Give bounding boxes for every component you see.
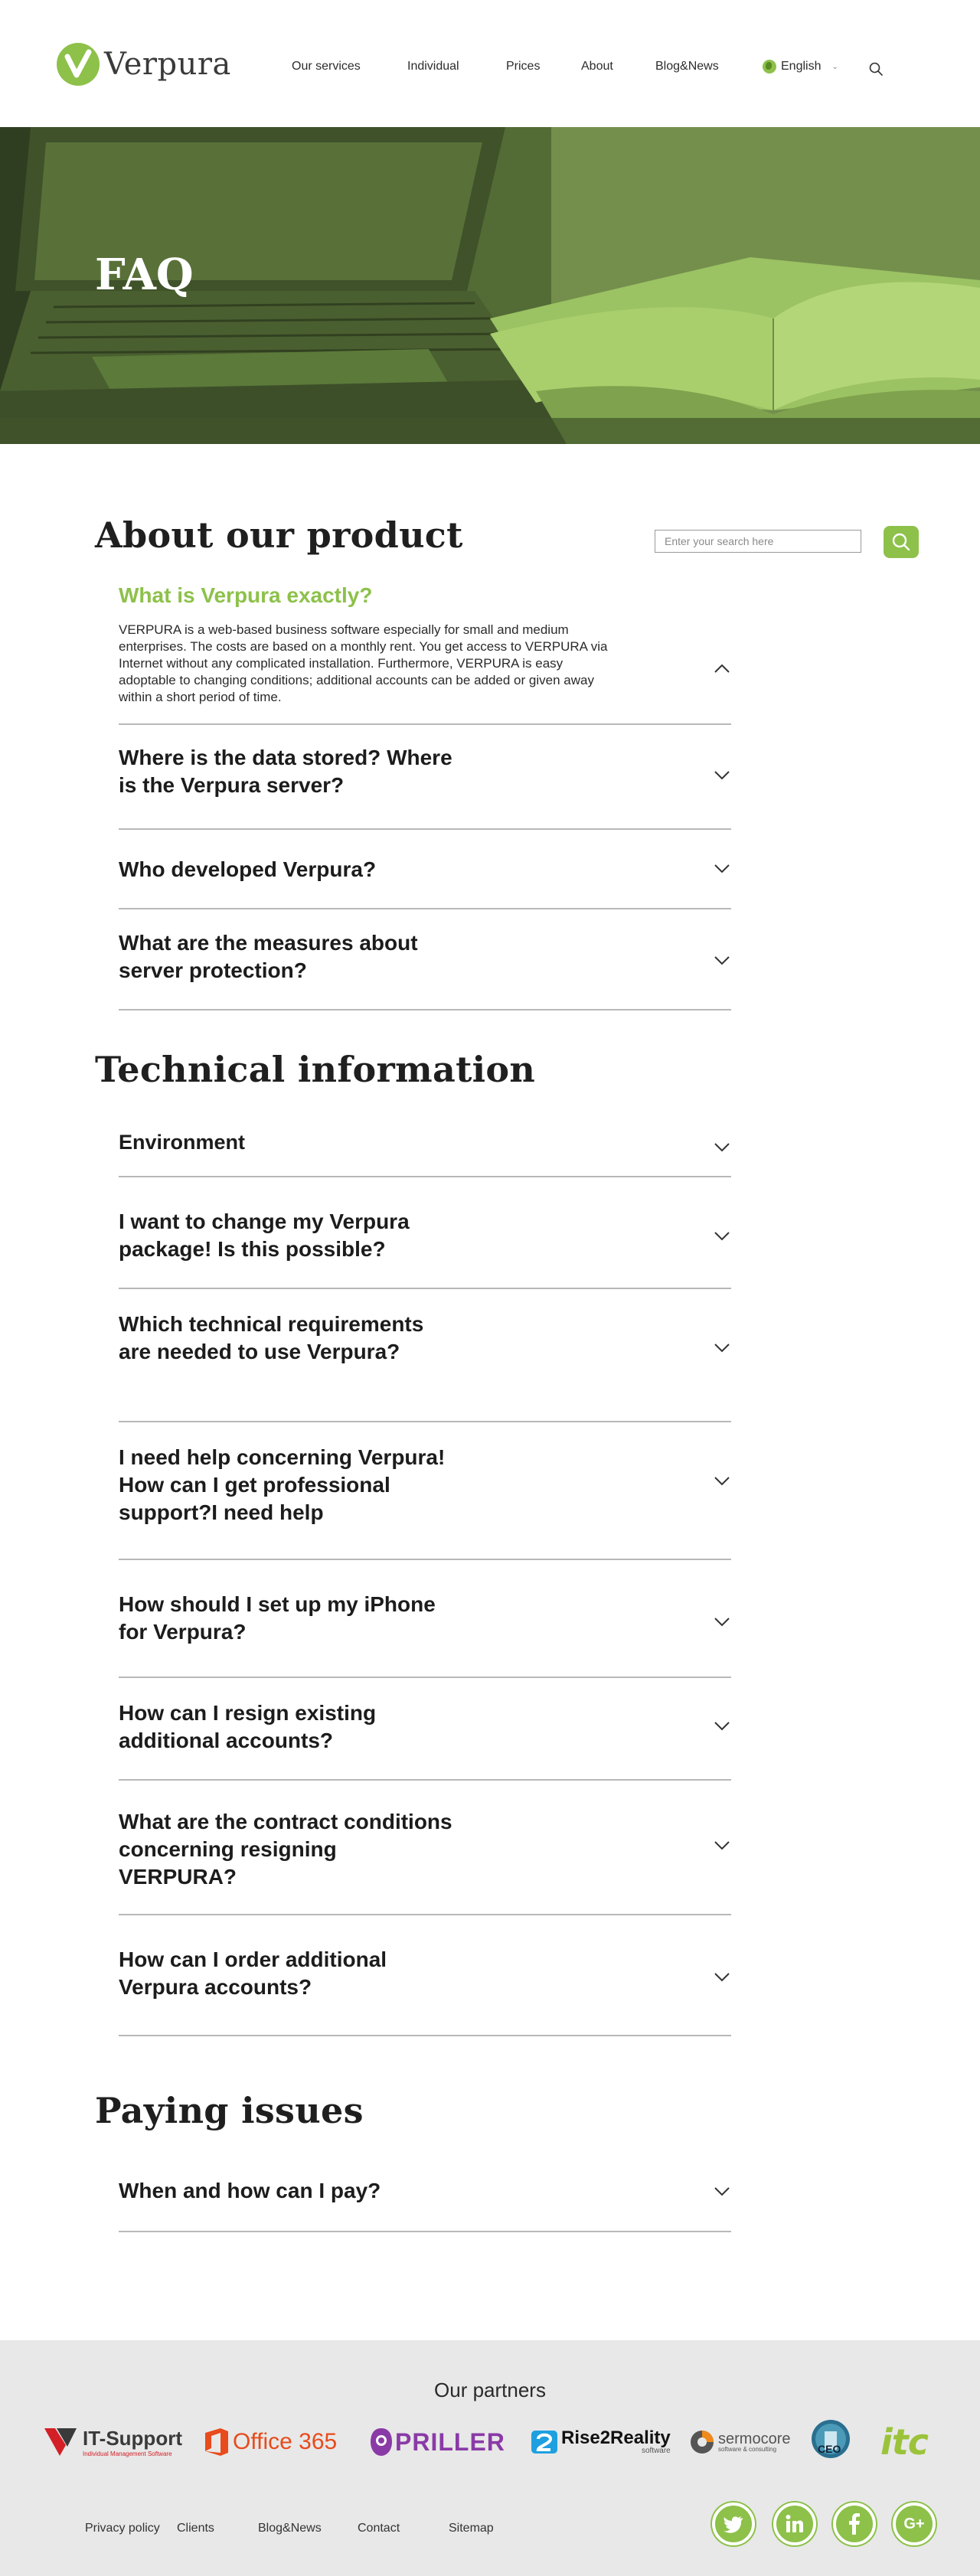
priller-logo-icon [371,2428,392,2456]
chevron-down-icon[interactable] [713,1343,731,1353]
chevron-down-icon[interactable] [713,955,731,966]
search-button[interactable] [884,526,919,558]
faq-question[interactable]: I need help concerning Verpura! How can … [119,1444,456,1526]
language-selector[interactable]: English ⌄ [763,60,838,73]
section-title-technical: Technical information [95,1049,536,1090]
search-icon [892,533,910,551]
chevron-down-icon[interactable] [713,1231,731,1242]
divider [119,1677,731,1678]
faq-question[interactable]: How can I order additional Verpura accou… [119,1946,456,2001]
partner-name: IT-Support [83,2427,182,2450]
chevron-down-icon[interactable] [713,1617,731,1628]
partners-title: Our partners [434,2378,546,2401]
footer-link-clients[interactable]: Clients [177,2522,214,2535]
footer-link-blog-news[interactable]: Blog&News [258,2522,322,2535]
chevron-down-icon[interactable] [713,1972,731,1983]
footer-link-contact[interactable]: Contact [358,2522,400,2535]
divider [119,1914,731,1915]
faq-question[interactable]: How can I resign existing additional acc… [119,1699,456,1755]
linkedin-icon[interactable] [773,2503,816,2545]
faq-question[interactable]: How should I set up my iPhone for Verpur… [119,1591,456,1646]
divider [119,828,731,830]
partner-name: Rise2Reality [561,2427,671,2448]
chevron-down-icon[interactable] [713,2186,731,2197]
facebook-icon[interactable] [833,2503,876,2545]
facebook-glyph-icon [849,2513,860,2535]
linkedin-glyph-icon [786,2515,803,2532]
faq-question[interactable]: What are the measures about server prote… [119,929,456,984]
site-header: Verpura Our services Individual Prices A… [0,0,980,127]
partner-logo-itc[interactable]: itc [880,2421,929,2463]
partner-name: CEO [818,2443,841,2455]
divider [119,1176,731,1177]
nav-individual[interactable]: Individual [407,60,459,73]
divider [119,2035,731,2036]
faq-question[interactable]: Where is the data stored? Where is the V… [119,744,456,799]
divider [119,1779,731,1781]
divider [119,908,731,909]
chevron-down-icon[interactable] [713,1476,731,1487]
faq-question[interactable]: What are the contract conditions concern… [119,1808,456,1891]
partner-name: itc [880,2421,929,2463]
footer-link-privacy[interactable]: Privacy policy [85,2522,160,2535]
partner-logo-itsupport[interactable]: IT-Support Individual Management Softwar… [43,2423,182,2461]
chevron-down-icon[interactable] [713,1840,731,1851]
faq-answer: VERPURA is a web-based business software… [119,622,608,704]
faq-question[interactable]: Environment [119,1128,456,1156]
site-footer: Our partners IT-Support Individual Manag… [0,2340,980,2576]
section-title-product: About our product [95,514,463,556]
partner-subtext: Individual Management Software [83,2450,172,2457]
search-icon[interactable] [868,61,884,77]
google-plus-icon[interactable]: G+ [893,2503,936,2545]
nav-prices[interactable]: Prices [506,60,540,73]
nav-our-services[interactable]: Our services [292,60,361,73]
nav-about[interactable]: About [581,60,613,73]
language-label: English [781,60,822,73]
partner-logo-sermocore[interactable]: sermocore software & consulting [689,2423,790,2461]
partner-name: Office 365 [233,2429,338,2454]
footer-link-sitemap[interactable]: Sitemap [449,2522,494,2535]
chevron-down-icon[interactable] [713,1721,731,1732]
itsupport-logo-icon [44,2428,77,2456]
chevron-down-icon: ⌄ [831,62,838,71]
section-title-paying: Paying issues [95,2090,364,2131]
partner-logo-priller[interactable]: PRILLER [369,2423,505,2461]
partner-subtext: software [641,2447,671,2455]
hero-banner: FAQ [0,127,980,444]
partner-name: sermocore [718,2431,791,2447]
twitter-icon[interactable] [712,2503,755,2545]
faq-question[interactable]: Which technical requirements are needed … [119,1311,456,1366]
nav-blog-news[interactable]: Blog&News [655,60,719,73]
faq-question-open[interactable]: What is Verpura exactly? [119,582,578,609]
chevron-up-icon[interactable] [713,663,731,674]
office-logo-icon [205,2428,228,2456]
divider [119,1421,731,1422]
twitter-bird-icon [724,2516,743,2533]
partner-logo-ceo[interactable]: CEO [810,2420,851,2458]
chevron-down-icon[interactable] [713,864,731,874]
faq-question[interactable]: When and how can I pay? [119,2177,456,2205]
sermocore-logo-icon [691,2431,714,2454]
chevron-down-icon[interactable] [713,1142,731,1153]
chevron-down-icon[interactable] [713,770,731,781]
faq-question[interactable]: Who developed Verpura? [119,856,456,883]
page-title: FAQ [95,250,194,300]
rise2reality-logo-icon [531,2431,557,2454]
partner-logo-rise2reality[interactable]: Rise2Reality software [530,2423,671,2461]
divider [119,723,731,725]
divider [119,1009,731,1010]
main-nav: Our services Individual Prices About Blo… [0,60,980,78]
faq-question[interactable]: I want to change my Verpura package! Is … [119,1208,456,1263]
divider [119,2231,731,2232]
google-plus-glyph-icon: G+ [903,2515,925,2532]
globe-icon [763,60,776,73]
partner-subtext: software & consulting [718,2446,777,2453]
partner-logo-office365[interactable]: Office 365 [204,2423,337,2461]
partner-name: PRILLER [395,2427,505,2456]
divider [119,1559,731,1560]
faq-search-input[interactable] [655,530,861,553]
divider [119,1288,731,1289]
